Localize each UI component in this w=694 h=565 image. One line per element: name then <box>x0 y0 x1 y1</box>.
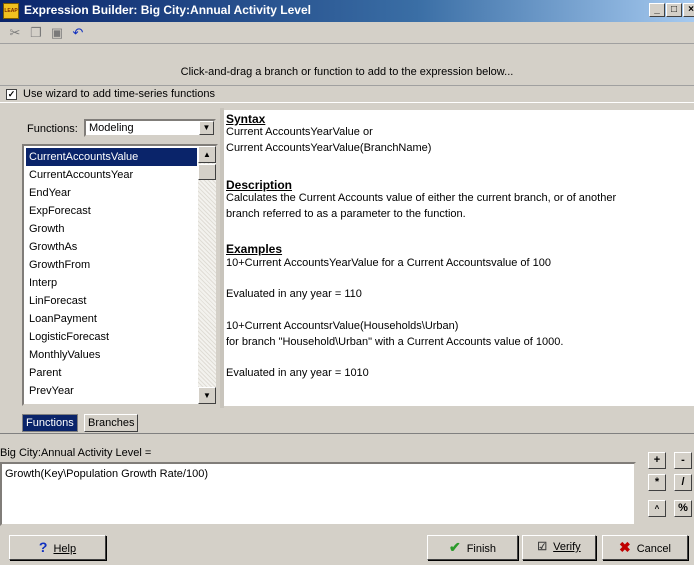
list-item[interactable]: Interp <box>26 274 197 292</box>
tab-functions[interactable]: Functions <box>22 414 78 432</box>
example-line: 10+Current AccountsYearValue for a Curre… <box>226 257 552 269</box>
list-item[interactable]: MonthlyValues <box>26 346 197 364</box>
paste-icon[interactable]: ▣ <box>48 25 66 41</box>
list-item[interactable]: CurrentAccountsYear <box>26 166 197 184</box>
verify-button[interactable]: ☑ Verify <box>522 535 596 560</box>
maximize-button[interactable]: □ <box>666 3 682 17</box>
undo-icon[interactable]: ↶ <box>69 25 87 41</box>
functions-category-select[interactable]: Modeling ▼ <box>84 119 216 137</box>
list-item[interactable]: ExpForecast <box>26 202 197 220</box>
help-icon: ? <box>38 539 48 555</box>
percent-operator-button[interactable]: % <box>674 500 692 517</box>
minus-operator-button[interactable]: - <box>674 452 692 469</box>
close-button[interactable]: × <box>683 3 694 17</box>
plus-operator-button[interactable]: + <box>648 452 666 469</box>
description-line: Calculates the Current Accounts value of… <box>226 192 617 204</box>
expression-label: Big City:Annual Activity Level = <box>0 447 152 459</box>
tab-bar: Functions Branches <box>0 409 694 434</box>
copy-icon[interactable]: ❐ <box>27 25 45 41</box>
functions-scrollbar[interactable]: ▲ ▼ <box>198 146 216 404</box>
verify-button-label: Verify <box>553 541 581 553</box>
checkmark-icon: ✔ <box>448 539 461 555</box>
syntax-line: Current AccountsYearValue or <box>226 126 373 138</box>
cut-icon[interactable]: ✂ <box>6 25 24 41</box>
example-line: Evaluated in any year = 1010 <box>226 367 369 379</box>
cancel-button[interactable]: ✖ Cancel <box>602 535 688 560</box>
instruction-text: Click-and-drag a branch or function to a… <box>180 66 514 78</box>
list-item[interactable]: Growth <box>26 220 197 238</box>
scroll-thumb[interactable] <box>198 164 216 180</box>
help-button[interactable]: ? Help <box>9 535 106 560</box>
finish-button-label: Finish <box>466 543 497 555</box>
list-item[interactable]: PrevYear <box>26 382 197 400</box>
example-line: for branch "Household\Urban" with a Curr… <box>226 336 564 348</box>
list-item[interactable]: GrowthFrom <box>26 256 197 274</box>
scroll-down-icon[interactable]: ▼ <box>198 387 216 404</box>
description-line: branch referred to as a parameter to the… <box>226 208 466 220</box>
finish-button[interactable]: ✔ Finish <box>427 535 518 560</box>
examples-heading: Examples <box>226 242 283 256</box>
expression-input[interactable]: Growth(Key\Population Growth Rate/100) <box>0 462 636 526</box>
window-title: Expression Builder: Big City:Annual Acti… <box>24 3 311 17</box>
functions-label: Functions: <box>27 123 78 135</box>
chevron-down-icon[interactable]: ▼ <box>199 121 214 135</box>
description-heading: Description <box>226 178 293 192</box>
functions-category-value: Modeling <box>89 122 134 134</box>
list-item[interactable]: CurrentAccountsValue <box>26 148 197 166</box>
scroll-up-icon[interactable]: ▲ <box>198 146 216 163</box>
list-item[interactable]: LogisticForecast <box>26 328 197 346</box>
help-panel: Syntax Current AccountsYearValue or Curr… <box>224 110 694 406</box>
close-icon: ✖ <box>619 539 631 555</box>
wizard-row: ✓ Use wizard to add time-series function… <box>0 85 694 103</box>
toolbar: ✂ ❐ ▣ ↶ <box>0 22 694 44</box>
example-line: Evaluated in any year = 110 <box>226 288 362 300</box>
minimize-button[interactable]: _ <box>649 3 665 17</box>
tab-branches[interactable]: Branches <box>84 414 139 432</box>
multiply-operator-button[interactable]: * <box>648 474 666 491</box>
syntax-heading: Syntax <box>226 112 266 126</box>
app-icon: LEAP <box>3 3 19 19</box>
functions-list[interactable]: CurrentAccountsValue CurrentAccountsYear… <box>22 144 218 406</box>
expression-value: Growth(Key\Population Growth Rate/100) <box>5 468 208 480</box>
syntax-line: Current AccountsYearValue(BranchName) <box>226 142 432 154</box>
cancel-button-label: Cancel <box>636 543 671 555</box>
list-item[interactable]: LinForecast <box>26 292 197 310</box>
title-bar: LEAP Expression Builder: Big City:Annual… <box>0 0 694 22</box>
verify-icon: ☑ <box>537 541 548 553</box>
list-item[interactable]: EndYear <box>26 184 197 202</box>
divide-operator-button[interactable]: / <box>674 474 692 491</box>
power-operator-button[interactable]: ^ <box>648 500 666 517</box>
help-button-label: Help <box>53 543 77 555</box>
wizard-label: Use wizard to add time-series functions <box>23 88 215 100</box>
list-item[interactable]: GrowthAs <box>26 238 197 256</box>
wizard-checkbox[interactable]: ✓ <box>6 89 17 100</box>
list-item[interactable]: Parent <box>26 364 197 382</box>
list-item[interactable]: LoanPayment <box>26 310 197 328</box>
example-line: 10+Current AccountsrValue(Households\Urb… <box>226 320 459 332</box>
